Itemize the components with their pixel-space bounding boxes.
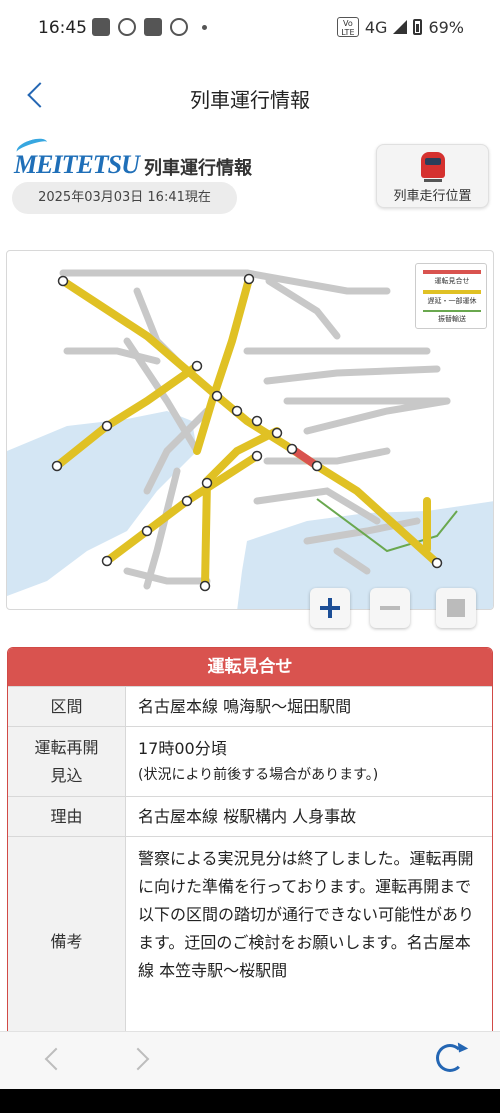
legend-suspended-swatch	[423, 270, 481, 274]
route-map[interactable]: 運転見合せ 遅延・一部運休 振替輸送	[6, 250, 494, 610]
status-value-reason: 名古屋本線 桜駅構内 人身事故	[138, 807, 357, 826]
nav-forward-icon[interactable]	[128, 1044, 158, 1074]
legend-suspended-label: 運転見合せ	[434, 277, 470, 285]
bird-notification-icon	[170, 18, 188, 36]
status-label-reason: 理由	[8, 797, 126, 836]
status-row-section: 区間 名古屋本線 鳴海駅～堀田駅間	[8, 686, 492, 726]
train-icon	[421, 152, 445, 182]
train-position-button[interactable]: 列車走行位置	[376, 144, 489, 208]
status-time: 16:45	[38, 18, 87, 38]
legend-delay-label: 遅延・一部運休	[427, 297, 477, 305]
battery-level: 69%	[428, 17, 464, 37]
legend-shuttle: 振替輸送	[422, 310, 482, 324]
legend-delay: 遅延・一部運休	[422, 290, 482, 306]
meitetsu-logo: MEITETSU	[14, 135, 140, 184]
network-type: 4G	[364, 17, 388, 37]
volte-icon: Vo LTE	[336, 17, 359, 37]
zoom-in-button[interactable]	[310, 588, 350, 628]
app-header: 列車運行情報	[0, 58, 500, 134]
status-bar: 16:45 Vo LTE 4G 69%	[0, 0, 500, 58]
status-label-section: 区間	[8, 687, 126, 726]
app-notification-icon	[92, 18, 110, 36]
status-header: 運転見合せ	[8, 648, 492, 686]
reload-icon[interactable]	[436, 1044, 464, 1072]
legend-shuttle-swatch	[423, 310, 481, 312]
system-nav-bar	[0, 1089, 500, 1113]
status-card: 運転見合せ 区間 名古屋本線 鳴海駅～堀田駅間 運転再開 見込 17時00分頃 …	[7, 647, 493, 1033]
page-title: 列車運行情報	[190, 88, 310, 112]
status-label-resume: 運転再開 見込	[8, 727, 126, 796]
status-label-remarks: 備考	[8, 837, 126, 1032]
legend-delay-swatch	[423, 290, 481, 294]
fan-notification-icon	[118, 18, 136, 36]
train-position-label: 列車走行位置	[393, 189, 472, 204]
resume-note: (状況により前後する場合があります。)	[138, 767, 379, 783]
system-status-icons: Vo LTE 4G 69%	[336, 17, 464, 37]
status-value-resume: 17時00分頃 (状況により前後する場合があります。)	[138, 735, 486, 789]
status-value-section: 名古屋本線 鳴海駅～堀田駅間	[138, 697, 352, 716]
more-notifications-icon	[202, 24, 207, 30]
status-row-resume: 運転再開 見込 17時00分頃 (状況により前後する場合があります。)	[8, 726, 492, 796]
notification-icons	[92, 18, 207, 36]
resume-time: 17時00分頃	[138, 739, 227, 758]
signal-icon	[393, 20, 408, 34]
brand-title: 列車運行情報	[144, 158, 252, 179]
nav-back-icon[interactable]	[38, 1044, 68, 1074]
zoom-out-button[interactable]	[370, 588, 410, 628]
legend-shuttle-label: 振替輸送	[438, 315, 466, 323]
update-timestamp: 2025年03月03日 16:41現在	[12, 182, 237, 214]
zoom-reset-button[interactable]	[436, 588, 476, 628]
legend-suspended: 運転見合せ	[422, 270, 482, 286]
map-legend: 運転見合せ 遅延・一部運休 振替輸送	[415, 263, 487, 329]
logo-text: MEITETSU	[14, 150, 140, 179]
status-value-remarks: 警察による実況見分は終了しました。運転再開に向けた準備を行っております。運転再開…	[138, 849, 475, 980]
status-row-remarks: 備考 警察による実況見分は終了しました。運転再開に向けた準備を行っております。運…	[8, 836, 492, 1032]
browser-bottom-bar	[0, 1031, 500, 1089]
battery-icon	[413, 19, 423, 35]
status-row-reason: 理由 名古屋本線 桜駅構内 人身事故	[8, 796, 492, 836]
news-notification-icon	[144, 18, 162, 36]
